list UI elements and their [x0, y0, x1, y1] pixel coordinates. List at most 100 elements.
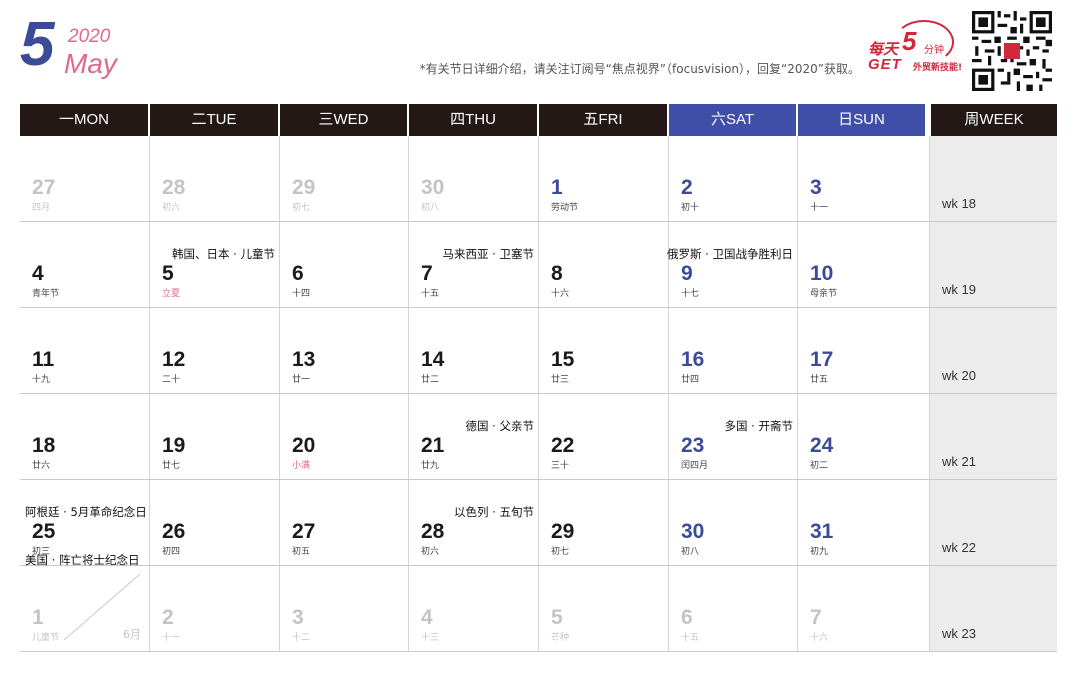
week-cell: wk 21 [930, 394, 1057, 480]
day-cell[interactable]: 3 十二 [280, 566, 409, 652]
day-cell[interactable]: 2 初十 [669, 136, 798, 222]
lunar-date: 十四 [292, 289, 311, 299]
day-cell[interactable]: 29 初七 [539, 480, 669, 566]
day-cell[interactable]: 2 十一 [150, 566, 280, 652]
day-cell[interactable]: 1 儿童节 6月 [20, 566, 150, 652]
day-cell[interactable]: 14 廿二 [409, 308, 539, 394]
holiday-label: 德国 · 父亲节 [465, 419, 534, 433]
day-cell[interactable]: 27 四月 [20, 136, 150, 222]
holiday-label: 阿根廷 · 5月革命纪念日 [25, 505, 147, 519]
day-number: 4 [421, 606, 433, 629]
lunar-date: 初九 [810, 547, 829, 557]
day-cell[interactable]: 6 十四 [280, 222, 409, 308]
lunar-date: 十一 [810, 203, 829, 213]
lunar-date: 三十 [551, 461, 570, 471]
day-cell[interactable]: 11 十九 [20, 308, 150, 394]
lunar-date: 廿一 [292, 375, 311, 385]
day-number: 24 [810, 434, 834, 457]
day-number: 17 [810, 348, 834, 371]
day-number: 6 [681, 606, 693, 629]
day-cell[interactable]: 20 小满 [280, 394, 409, 480]
day-number: 8 [551, 262, 563, 285]
lunar-date: 立夏 [162, 289, 181, 299]
day-number: 2 [681, 176, 693, 199]
day-number: 19 [162, 434, 186, 457]
day-number: 7 [810, 606, 822, 629]
day-number: 30 [681, 520, 705, 543]
lunar-date: 初四 [162, 547, 181, 557]
week-number-label: wk 18 [942, 196, 976, 211]
day-cell[interactable]: 22 三十 [539, 394, 669, 480]
day-number: 27 [292, 520, 316, 543]
calendar-grid: 27 四月 28 初六 29 初七 30 初八 1 劳动节 2 初十 3 十一 wk 18 4 青年节 5 立夏 韩国… [20, 136, 1057, 652]
day-cell[interactable]: 25 初三 阿根廷 · 5月革命纪念日 美国 · 阵亡将士纪念日 [20, 480, 150, 567]
day-cell[interactable]: 10 母亲节 [798, 222, 930, 308]
day-cell[interactable]: 7 十五 马来西亚 · 卫塞节 [409, 222, 539, 308]
holiday-label: 以色列 · 五旬节 [454, 505, 534, 519]
day-cell[interactable]: 3 十一 [798, 136, 930, 222]
lunar-date: 廿三 [551, 375, 570, 385]
day-cell[interactable]: 7 十六 [798, 566, 930, 652]
day-cell[interactable]: 19 廿七 [150, 394, 280, 480]
day-number: 3 [292, 606, 304, 629]
holiday-label: 韩国、日本 · 儿童节 [172, 247, 275, 261]
day-number: 7 [421, 262, 433, 285]
day-cell[interactable]: 9 十七 俄罗斯 · 卫国战争胜利日 [667, 222, 798, 308]
day-number: 30 [421, 176, 445, 199]
weekday-header-7: 周WEEK [931, 104, 1057, 136]
day-cell[interactable]: 4 青年节 [20, 222, 150, 308]
week-number-label: wk 21 [942, 454, 976, 469]
month-name: May [64, 48, 117, 79]
day-cell[interactable]: 6 十五 [669, 566, 798, 652]
lunar-date: 十一 [162, 633, 181, 643]
day-cell[interactable]: 28 初六 以色列 · 五旬节 [409, 480, 539, 566]
day-cell[interactable]: 31 初九 [798, 480, 930, 566]
day-cell[interactable]: 17 廿五 [798, 308, 930, 394]
day-number: 25 [32, 520, 56, 543]
day-cell[interactable]: 27 初五 [280, 480, 409, 566]
day-cell[interactable]: 1 劳动节 [539, 136, 669, 222]
day-cell[interactable]: 26 初四 [150, 480, 280, 566]
lunar-date: 四月 [32, 203, 51, 213]
next-month-label: 6月 [123, 628, 141, 641]
day-number: 13 [292, 348, 316, 371]
lunar-date: 廿四 [681, 375, 700, 385]
day-cell[interactable]: 18 廿六 [20, 394, 150, 480]
lunar-date: 母亲节 [810, 289, 838, 299]
lunar-date: 初六 [162, 203, 181, 213]
lunar-date: 十五 [421, 289, 440, 299]
day-cell[interactable]: 29 初七 [280, 136, 409, 222]
day-number: 26 [162, 520, 186, 543]
lunar-date: 闰四月 [681, 461, 709, 471]
qr-code-icon[interactable] [972, 11, 1052, 91]
logo-text-minutes: 分钟 [924, 45, 944, 56]
day-number: 10 [810, 262, 834, 285]
week-cell: wk 20 [930, 308, 1057, 394]
day-cell[interactable]: 13 廿一 [280, 308, 409, 394]
day-cell[interactable]: 30 初八 [409, 136, 539, 222]
day-cell[interactable]: 8 十六 [539, 222, 669, 308]
day-cell[interactable]: 24 初二 [798, 394, 930, 480]
day-number: 28 [421, 520, 445, 543]
day-number: 29 [551, 520, 575, 543]
day-cell[interactable]: 15 廿三 [539, 308, 669, 394]
lunar-date: 初七 [292, 203, 311, 213]
day-cell[interactable]: 30 初八 [669, 480, 798, 566]
weekday-header-4: 五FRI [539, 104, 667, 136]
day-cell[interactable]: 5 立夏 韩国、日本 · 儿童节 [150, 222, 280, 308]
day-number: 9 [681, 262, 693, 285]
day-cell[interactable]: 23 闰四月 多国 · 开斋节 [669, 394, 798, 480]
lunar-date: 十二 [292, 633, 311, 643]
day-cell[interactable]: 4 十三 [409, 566, 539, 652]
day-cell[interactable]: 16 廿四 [669, 308, 798, 394]
logo-text-number: 5 [902, 26, 917, 56]
day-cell[interactable]: 12 二十 [150, 308, 280, 394]
day-number: 1 [551, 176, 563, 199]
weekday-header-6: 日SUN [798, 104, 925, 136]
lunar-date: 初七 [551, 547, 570, 557]
day-cell[interactable]: 21 廿九 德国 · 父亲节 [409, 394, 539, 480]
day-cell[interactable]: 28 初六 [150, 136, 280, 222]
day-number: 21 [421, 434, 445, 457]
day-cell[interactable]: 5 芒种 [539, 566, 669, 652]
day-number: 3 [810, 176, 822, 199]
